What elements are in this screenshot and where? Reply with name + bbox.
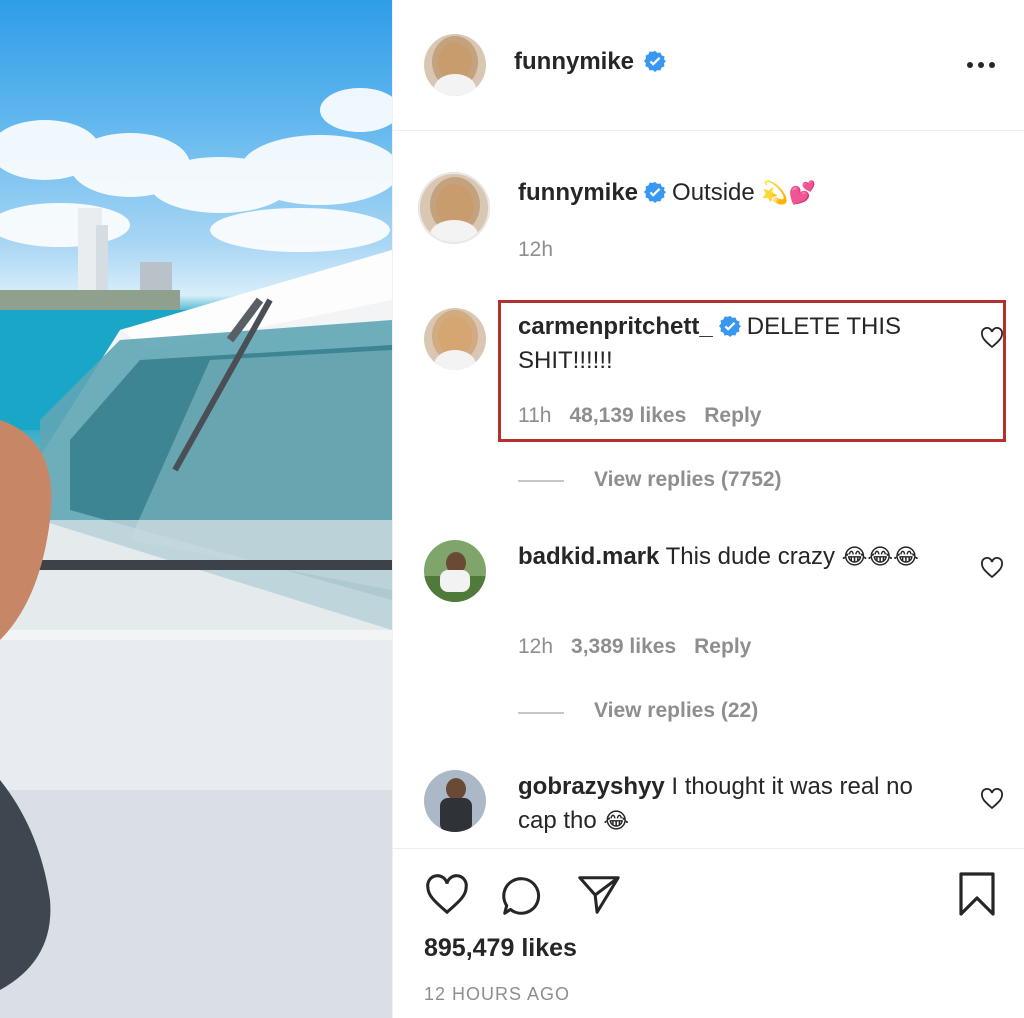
caption-time[interactable]: 12h	[518, 238, 553, 262]
like-icon[interactable]	[424, 874, 470, 916]
like-heart-icon[interactable]	[980, 327, 1004, 349]
comment-icon[interactable]	[499, 873, 545, 919]
bookmark-icon[interactable]	[956, 870, 998, 918]
comment-text-row: badkid.mark This dude crazy 😂😂😂	[518, 540, 958, 575]
post-likes[interactable]: 895,479 likes	[424, 934, 577, 963]
caption-emoji: 💫💕	[761, 181, 817, 206]
like-heart-icon[interactable]	[980, 557, 1004, 579]
like-heart-icon[interactable]	[980, 788, 1004, 810]
comment-meta: 11h 48,139 likes Reply	[518, 404, 761, 428]
post-panel	[392, 0, 1024, 1018]
view-replies-line	[518, 712, 564, 714]
header-username-row: funnymike	[514, 48, 672, 76]
caption-text: Outside	[672, 179, 755, 206]
comment-avatar[interactable]	[424, 770, 486, 832]
comment-meta: 12h 3,389 likes Reply	[518, 635, 751, 659]
comment-avatar[interactable]	[424, 540, 486, 602]
more-options-icon[interactable]	[966, 58, 996, 70]
comment-emoji: 😂	[603, 809, 630, 834]
comment-avatar[interactable]	[424, 308, 486, 370]
header-divider	[393, 130, 1024, 131]
view-replies-button[interactable]: View replies (7752)	[594, 468, 782, 492]
header-avatar[interactable]	[424, 34, 486, 96]
caption-avatar[interactable]	[418, 172, 490, 244]
post-photo	[0, 0, 392, 1018]
header-username[interactable]: funnymike	[514, 48, 634, 75]
comment-time[interactable]: 12h	[518, 635, 553, 658]
reply-button[interactable]: Reply	[704, 404, 761, 427]
comment-likes[interactable]: 48,139 likes	[569, 404, 686, 427]
reply-button[interactable]: Reply	[694, 635, 751, 658]
comment-username[interactable]: carmenpritchett_	[518, 313, 713, 340]
comment-emoji: 😂😂😂	[841, 545, 919, 570]
verified-icon	[644, 181, 667, 203]
caption-username[interactable]: funnymike	[518, 179, 638, 206]
comment-likes[interactable]: 3,389 likes	[571, 635, 676, 658]
caption-text-row: funnymike Outside 💫💕	[518, 176, 988, 211]
comment-text-row: carmenpritchett_ DELETE THIS SHIT!!!!!!	[518, 310, 958, 378]
view-replies-line	[518, 480, 564, 482]
share-icon[interactable]	[576, 872, 622, 918]
view-replies-button[interactable]: View replies (22)	[594, 699, 758, 723]
verified-icon	[718, 315, 741, 337]
verified-icon	[644, 50, 667, 72]
footer-divider	[393, 848, 1024, 849]
comment-username[interactable]: gobrazyshyy	[518, 773, 665, 800]
post-timestamp: 12 HOURS AGO	[424, 984, 571, 1004]
comment-text: This dude crazy	[665, 543, 836, 570]
comment-text-row: gobrazyshyy I thought it was real no cap…	[518, 770, 948, 839]
comment-username[interactable]: badkid.mark	[518, 543, 659, 570]
comment-time[interactable]: 11h	[518, 404, 551, 427]
